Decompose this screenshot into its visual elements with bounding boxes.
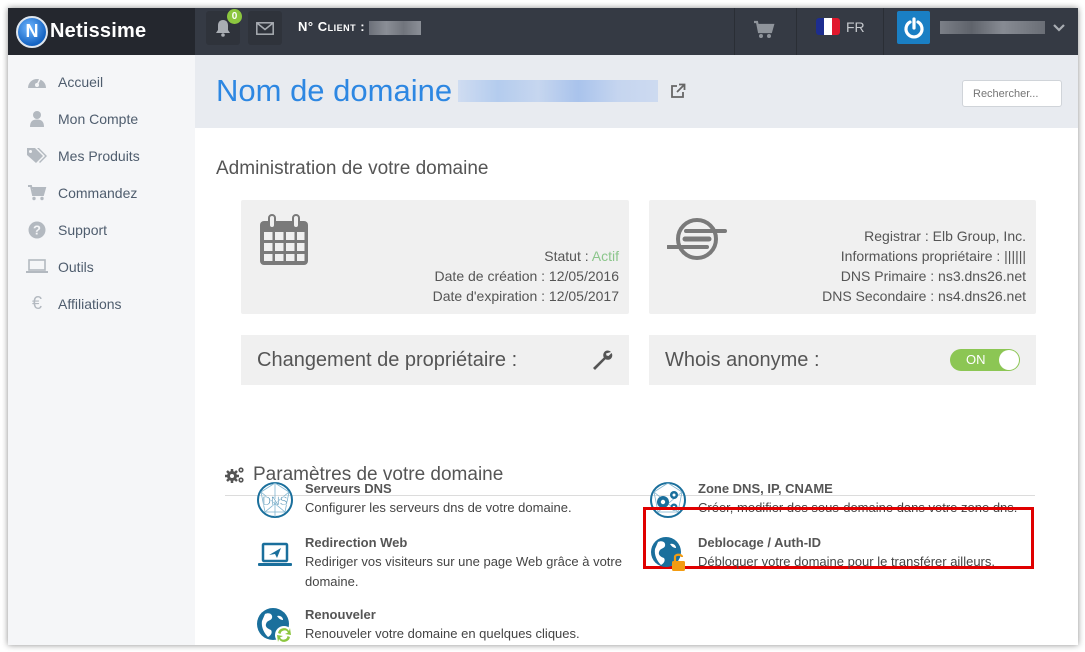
calendar-icon (260, 214, 308, 265)
sidebar-item-label: Accueil (58, 73, 104, 90)
feature-title: Zone DNS, IP, CNAME (698, 481, 833, 496)
status-badge: Actif (591, 248, 619, 264)
toggle-knob (999, 350, 1019, 370)
top-bar: N Netissime 0 N° Client : FR (8, 8, 1078, 55)
main-content: Nom de domaine Administration de votre d… (195, 55, 1078, 645)
whois-label: Whois anonyme : (665, 348, 820, 371)
client-number: N° Client : (298, 19, 422, 35)
wrench-icon[interactable] (591, 349, 613, 371)
sidebar-item-label: Affiliations (58, 295, 122, 312)
admin-section-title: Administration de votre domaine (216, 158, 489, 179)
messages-button[interactable] (248, 11, 282, 45)
cart-icon (754, 20, 775, 38)
svg-text:?: ? (33, 222, 41, 237)
power-icon (897, 11, 930, 44)
euro-icon: € (31, 293, 42, 313)
divider (883, 8, 884, 55)
sidebar-item-accueil[interactable]: Accueil (8, 63, 195, 100)
feature-web-redirect[interactable]: Redirection Web Rediriger vos visiteurs … (255, 534, 625, 592)
feature-desc: Rediriger vos visiteurs sur une page Web… (305, 554, 622, 589)
envelope-icon (256, 21, 274, 35)
sidebar-item-support[interactable]: ? Support (8, 211, 195, 248)
domain-dates-info: Statut : Actif Date de création : 12/05/… (433, 246, 619, 306)
svg-text:DNS: DNS (262, 494, 287, 508)
sidebar-item-label: Mes Produits (58, 147, 140, 164)
feature-dns-servers[interactable]: DNS Serveurs DNS Configurer les serveurs… (255, 480, 625, 520)
sidebar-item-affiliations[interactable]: € Affiliations (8, 285, 195, 322)
registrar-info: Registrar : Elb Group, Inc. Informations… (822, 226, 1026, 306)
sidebar-item-commandez[interactable]: Commandez (8, 174, 195, 211)
whois-toggle[interactable]: ON (950, 349, 1020, 371)
logo-icon: N (16, 15, 48, 48)
expiration-date: Date d'expiration : 12/05/2017 (432, 288, 619, 304)
domain-name-redacted (458, 80, 659, 102)
notifications-button[interactable]: 0 (206, 9, 242, 45)
dns-secondary: DNS Secondaire : ns4.dns26.net (822, 288, 1026, 304)
sidebar: Accueil Mon Compte Mes Produits Commande… (8, 55, 195, 645)
dashboard-icon (26, 74, 48, 90)
sidebar-item-label: Support (58, 221, 108, 238)
feature-title: Redirection Web (305, 535, 408, 550)
feature-title: Renouveler (305, 607, 376, 622)
user-icon (26, 110, 48, 127)
sidebar-item-label: Mon Compte (58, 110, 139, 127)
notifications-badge: 0 (227, 9, 242, 24)
whois-card: Whois anonyme : ON (649, 335, 1036, 385)
search-input[interactable] (962, 80, 1062, 107)
owner-info: Informations propriétaire : |||||| (840, 248, 1026, 264)
owner-change-card[interactable]: Changement de propriétaire : (241, 335, 629, 385)
registrar-icon (667, 218, 727, 260)
sidebar-item-mon-compte[interactable]: Mon Compte (8, 100, 195, 137)
sidebar-item-label: Outils (58, 258, 94, 275)
client-label: N° Client : (298, 19, 366, 34)
globe-lock-icon (651, 537, 685, 571)
gears-icon (225, 467, 244, 483)
brand-logo[interactable]: N Netissime (8, 8, 195, 55)
page-header: Nom de domaine (195, 55, 1078, 128)
sidebar-item-mes-produits[interactable]: Mes Produits (8, 137, 195, 174)
chevron-down-icon (1053, 23, 1065, 32)
sidebar-item-outils[interactable]: Outils (8, 248, 195, 285)
registrar-name: Registrar : Elb Group, Inc. (864, 228, 1026, 244)
feature-desc: Débloquer votre domaine pour le transfér… (698, 554, 995, 569)
cart-icon (26, 184, 48, 201)
sidebar-item-label: Commandez (58, 184, 138, 201)
dns-primary: DNS Primaire : ns3.dns26.net (840, 268, 1026, 284)
user-menu[interactable] (897, 11, 1065, 44)
dns-globe-icon: DNS (257, 482, 293, 518)
laptop-icon (26, 259, 48, 274)
tags-icon (26, 147, 48, 164)
client-number-redacted (369, 20, 422, 35)
domain-dates-card: Statut : Actif Date de création : 12/05/… (241, 200, 629, 314)
globe-renew-icon (257, 608, 293, 644)
language-selector[interactable]: FR (816, 18, 865, 35)
question-icon: ? (26, 221, 48, 239)
feature-renew[interactable]: Renouveler Renouveler votre domaine en q… (255, 606, 625, 645)
user-name-redacted (940, 21, 1045, 34)
page-title: Nom de domaine (216, 73, 686, 109)
divider (796, 8, 797, 55)
feature-title: Deblocage / Auth-ID (698, 535, 822, 550)
feature-unlock-authid[interactable]: Deblocage / Auth-ID Débloquer votre doma… (648, 534, 1028, 574)
cart-button[interactable] (753, 20, 775, 45)
app-window: N Netissime 0 N° Client : FR Accueil Mon… (8, 8, 1078, 645)
divider (734, 8, 735, 55)
toggle-label: ON (966, 352, 986, 367)
status-row: Statut : Actif (544, 248, 619, 264)
feature-title: Serveurs DNS (305, 481, 392, 496)
external-link-icon[interactable] (670, 83, 686, 99)
feature-desc: Configurer les serveurs dns de votre dom… (305, 500, 572, 515)
registrar-card: Registrar : Elb Group, Inc. Informations… (649, 200, 1036, 314)
feature-desc: Renouveler votre domaine en quelques cli… (305, 626, 580, 641)
language-label: FR (846, 18, 865, 35)
france-flag-icon (816, 18, 840, 35)
laptop-redirect-icon (258, 542, 292, 566)
brand-name: Netissime (50, 20, 147, 42)
owner-change-label: Changement de propriétaire : (257, 348, 518, 371)
creation-date: Date de création : 12/05/2016 (434, 268, 619, 284)
